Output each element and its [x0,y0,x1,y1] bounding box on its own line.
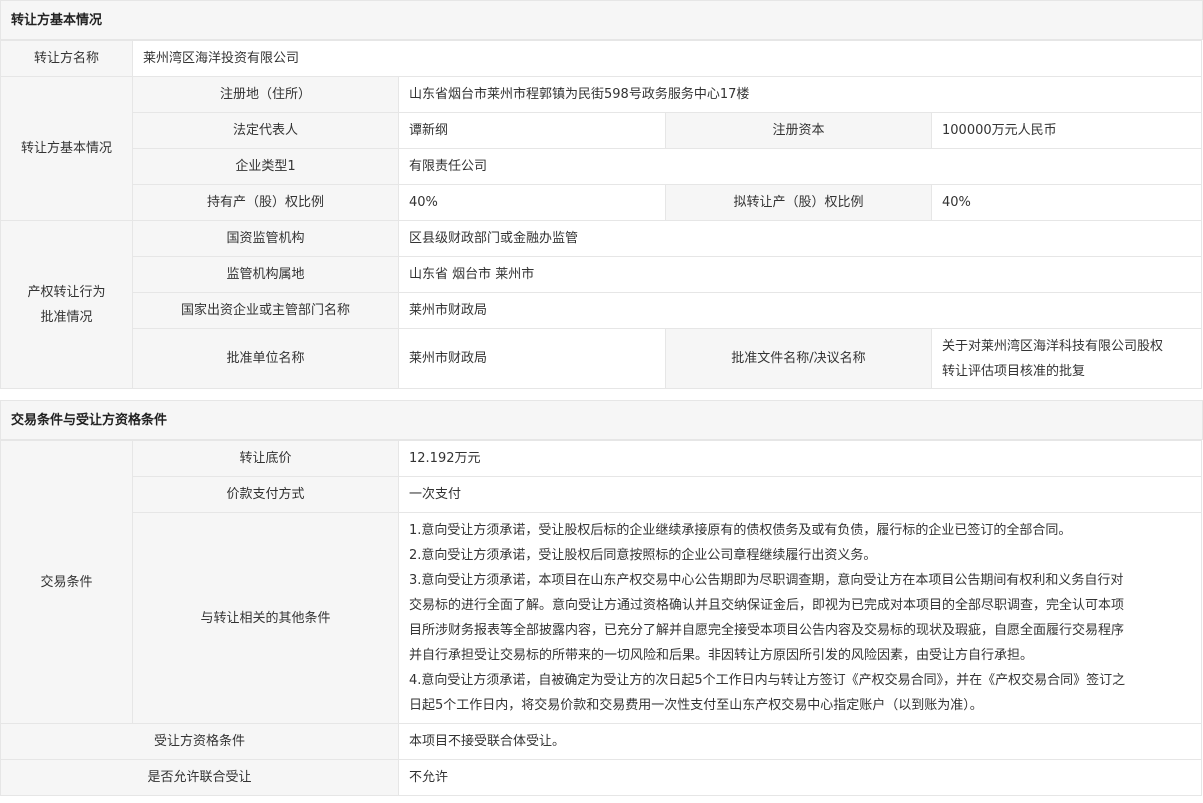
trade-conditions-table: 交易条件 转让底价 12.192万元 价款支付方式 一次支付 与转让相关的其他条… [0,440,1202,796]
department-value: 莱州市财政局 [397,292,1203,329]
company-type-value: 有限责任公司 [397,148,1203,185]
condition-line: 日起5个工作日内，将交易价款和交易费用一次性支付至山东产权交易中心指定账户（以到… [409,698,983,713]
approval-doc-label: 批准文件名称/决议名称 [665,328,932,389]
joint-transfer-label: 是否允许联合受让 [0,759,399,796]
approver-label: 批准单位名称 [132,328,399,389]
section-title-transferor: 转让方基本情况 [0,0,1203,40]
section-title-trade: 交易条件与受让方资格条件 [0,400,1203,440]
section-transferor: 转让方基本情况 转让方名称 莱州湾区海洋投资有限公司 转让方基本情况 注册地（住… [0,0,1203,389]
transferor-table: 转让方名称 莱州湾区海洋投资有限公司 转让方基本情况 注册地（住所） 山东省烟台… [0,40,1203,389]
condition-line: 并自行承担受让交易标的所带来的一切风险和后果。非因转让方原因所引发的风险因素，由… [409,648,1034,663]
approval-label-line-2: 批准情况 [40,309,93,325]
legal-rep-value: 谭新纲 [398,112,666,149]
payment-method-value: 一次支付 [398,476,1202,513]
condition-line: 3.意向受让方须承诺，本项目在山东产权交易中心公告期即为尽职调查期，意向受让方在… [409,573,1124,588]
base-price-label: 转让底价 [132,440,399,477]
approval-info-label: 产权转让行为 批准情况 [0,220,133,389]
section-trade-conditions: 交易条件与受让方资格条件 交易条件 转让底价 12.192万元 价款支付方式 一… [0,400,1203,796]
reg-capital-label: 注册资本 [665,112,932,149]
payment-method-label: 价款支付方式 [132,476,399,513]
reg-capital-value: 100000万元人民币 [930,112,1203,149]
approval-doc-line-1: 关于对莱州湾区海洋科技有限公司股权 [942,338,1164,354]
other-conditions-label: 与转让相关的其他条件 [132,512,399,724]
approval-doc-value: 关于对莱州湾区海洋科技有限公司股权 转让评估项目核准的批复 [930,328,1203,389]
condition-line: 目所涉财务报表等全部披露内容，已充分了解并自愿完全接受本项目公告内容及交易标的现… [409,623,1125,638]
basic-info-label: 转让方基本情况 [0,76,133,221]
condition-line: 1.意向受让方须承诺，受让股权后标的企业继续承接原有的债权债务及或有负债，履行标… [409,523,1072,538]
buyer-qualification-value: 本项目不接受联合体受让。 [398,723,1202,760]
approval-doc-line-2: 转让评估项目核准的批复 [942,363,1086,379]
department-label: 国家出资企业或主管部门名称 [132,292,399,329]
regulator-value: 区县级财政部门或金融办监管 [397,220,1203,257]
reg-address-label: 注册地（住所） [132,76,399,113]
transferor-name-label: 转让方名称 [0,40,133,77]
trade-conditions-label: 交易条件 [0,440,133,724]
regulator-location-label: 监管机构属地 [132,256,399,293]
legal-rep-label: 法定代表人 [132,112,399,149]
hold-ratio-label: 持有产（股）权比例 [132,184,399,221]
condition-line: 4.意向受让方须承诺，自被确定为受让方的次日起5个工作日内与转让方签订《产权交易… [409,673,1126,688]
reg-address-value: 山东省烟台市莱州市程郭镇为民街598号政务服务中心17楼 [397,76,1203,113]
transfer-ratio-value: 40% [930,184,1203,221]
other-conditions-value: 1.意向受让方须承诺，受让股权后标的企业继续承接原有的债权债务及或有负债，履行标… [398,512,1202,724]
approver-value: 莱州市财政局 [398,328,666,389]
company-type-label: 企业类型1 [132,148,399,185]
transfer-ratio-label: 拟转让产（股）权比例 [665,184,932,221]
joint-transfer-value: 不允许 [398,759,1202,796]
transferor-name-value: 莱州湾区海洋投资有限公司 [131,40,1203,77]
regulator-location-value: 山东省 烟台市 莱州市 [397,256,1203,293]
hold-ratio-value: 40% [398,184,666,221]
regulator-label: 国资监管机构 [132,220,399,257]
approval-label-line-1: 产权转让行为 [27,284,106,300]
buyer-qualification-label: 受让方资格条件 [0,723,399,760]
condition-line: 交易标的进行全面了解。意向受让方通过资格确认并且交纳保证金后，即视为已完成对本项… [409,598,1125,613]
condition-line: 2.意向受让方须承诺，受让股权后同意按照标的企业公司章程继续履行出资义务。 [409,548,877,563]
base-price-value: 12.192万元 [398,440,1202,477]
